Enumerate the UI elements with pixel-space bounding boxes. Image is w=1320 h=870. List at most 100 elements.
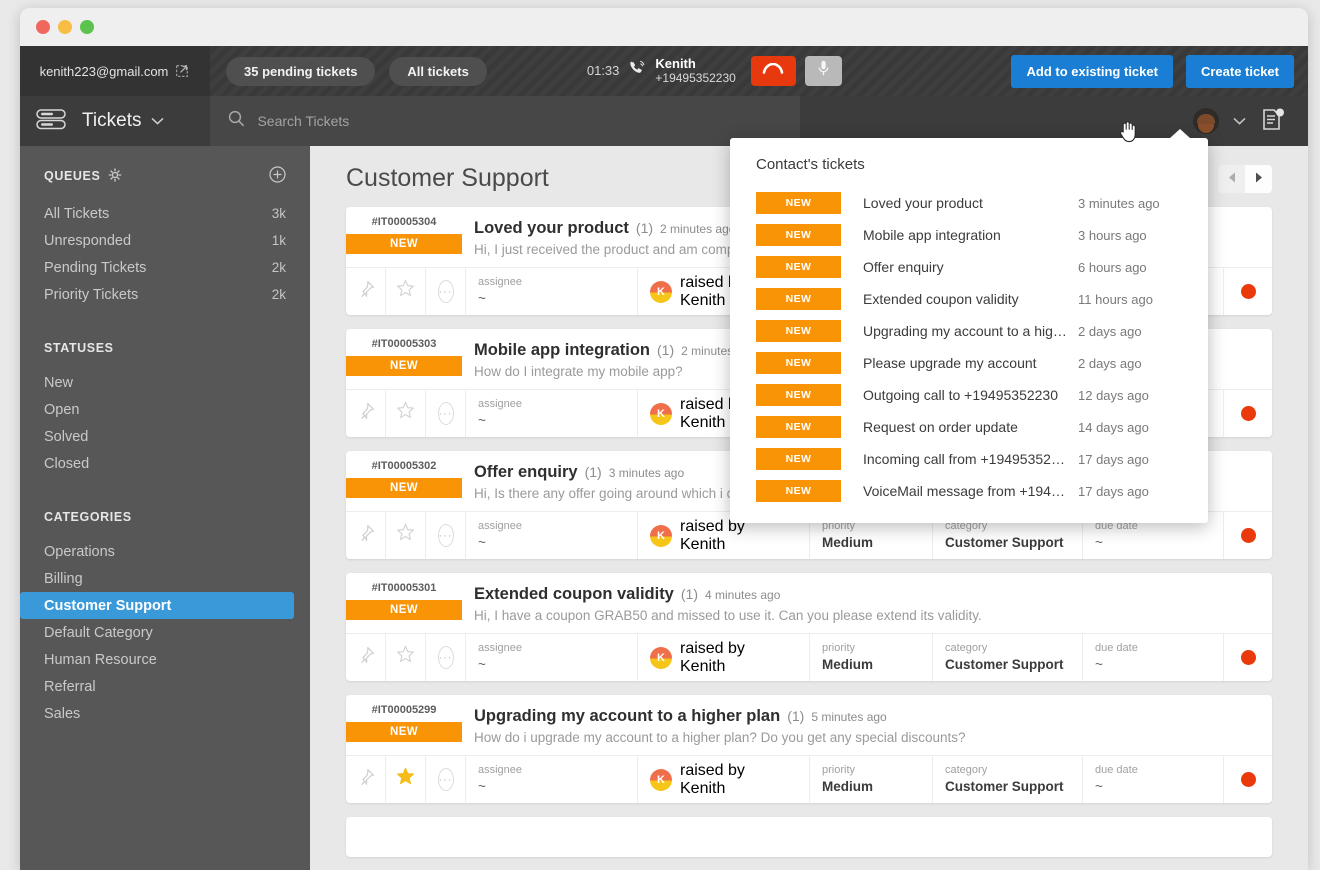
popover-ticket-row[interactable]: NEW Please upgrade my account 2 days ago — [730, 347, 1208, 379]
caret-left-icon — [1228, 170, 1236, 188]
app-window: kenith223@gmail.com 35 pending tickets A… — [20, 8, 1308, 870]
mute-microphone-button[interactable] — [805, 56, 842, 86]
ticket-subject[interactable]: Offer enquiry — [474, 463, 578, 482]
assignee-field[interactable]: assignee ~ — [466, 756, 638, 803]
category-field[interactable]: category Customer Support — [933, 634, 1083, 681]
account-email-chip[interactable]: kenith223@gmail.com — [20, 46, 210, 96]
ticket-status-indicator[interactable] — [1224, 390, 1272, 437]
ticket-subject[interactable]: Extended coupon validity — [474, 585, 674, 604]
assignee-field[interactable]: assignee ~ — [466, 512, 638, 559]
pending-tickets-pill[interactable]: 35 pending tickets — [226, 57, 375, 86]
ticket-subject[interactable]: Upgrading my account to a higher plan — [474, 707, 780, 726]
search-input[interactable] — [257, 113, 782, 129]
search-bar[interactable] — [210, 96, 800, 146]
sidebar-item-solved[interactable]: Solved — [20, 423, 310, 450]
plus-circle-icon[interactable] — [269, 166, 286, 186]
more-options-button[interactable]: ··· — [426, 268, 466, 315]
pin-ticket-button[interactable] — [346, 634, 386, 681]
ticket-card-partial[interactable] — [346, 817, 1272, 857]
popover-ticket-row[interactable]: NEW Extended coupon validity 11 hours ag… — [730, 283, 1208, 315]
assignee-label: assignee — [478, 763, 522, 778]
sidebar-item-pending-tickets[interactable]: Pending Tickets 2k — [20, 254, 310, 281]
minimize-window-dot[interactable] — [58, 20, 72, 34]
sidebar-item-default-category[interactable]: Default Category — [20, 619, 310, 646]
sidebar-item-human-resource[interactable]: Human Resource — [20, 646, 310, 673]
notes-document-icon[interactable] — [1260, 106, 1286, 137]
sidebar-item-customer-support[interactable]: Customer Support — [20, 592, 294, 619]
more-options-button[interactable]: ··· — [426, 512, 466, 559]
raised-by-value: Kenith — [680, 536, 745, 554]
pin-ticket-button[interactable] — [346, 390, 386, 437]
sidebar-item-billing[interactable]: Billing — [20, 565, 310, 592]
requester-avatar: K — [650, 769, 672, 791]
sidebar-item-closed[interactable]: Closed — [20, 450, 310, 477]
status-badge: NEW — [346, 234, 462, 254]
star-ticket-button[interactable] — [386, 390, 426, 437]
popover-status-badge: NEW — [756, 480, 841, 502]
ticket-summary: Extended coupon validity (1) 4 minutes a… — [462, 573, 1272, 633]
user-avatar[interactable] — [1193, 108, 1219, 134]
star-ticket-button[interactable] — [386, 756, 426, 803]
category-field[interactable]: category Customer Support — [933, 756, 1083, 803]
priority-value: Medium — [822, 534, 873, 552]
due-date-field[interactable]: due date ~ — [1083, 634, 1224, 681]
more-options-button[interactable]: ··· — [426, 390, 466, 437]
pin-ticket-button[interactable] — [346, 512, 386, 559]
sidebar-item-new[interactable]: New — [20, 369, 310, 396]
ticket-subject[interactable]: Mobile app integration — [474, 341, 650, 360]
maximize-window-dot[interactable] — [80, 20, 94, 34]
ticket-status-indicator[interactable] — [1224, 634, 1272, 681]
popover-ticket-row[interactable]: NEW Mobile app integration 3 hours ago — [730, 219, 1208, 251]
popover-ticket-row[interactable]: NEW Loved your product 3 minutes ago — [730, 187, 1208, 219]
sidebar-item-sales[interactable]: Sales — [20, 700, 310, 727]
main-menu-button[interactable] — [20, 107, 82, 136]
popover-ticket-row[interactable]: NEW Outgoing call to +19495352230 12 day… — [730, 379, 1208, 411]
gear-icon[interactable] — [108, 168, 122, 185]
hangup-button[interactable] — [751, 56, 796, 86]
next-page-button[interactable] — [1245, 165, 1272, 193]
sidebar-item-operations[interactable]: Operations — [20, 538, 310, 565]
assignee-field[interactable]: assignee ~ — [466, 634, 638, 681]
popover-ticket-row[interactable]: NEW Request on order update 14 days ago — [730, 411, 1208, 443]
star-ticket-button[interactable] — [386, 512, 426, 559]
more-options-button[interactable]: ··· — [426, 756, 466, 803]
assignee-field[interactable]: assignee ~ — [466, 268, 638, 315]
star-ticket-button[interactable] — [386, 634, 426, 681]
create-ticket-button[interactable]: Create ticket — [1186, 55, 1294, 88]
sidebar-item-all-tickets[interactable]: All Tickets 3k — [20, 200, 310, 227]
priority-field[interactable]: priority Medium — [810, 634, 933, 681]
popover-ticket-row[interactable]: NEW Upgrading my account to a high… 2 da… — [730, 315, 1208, 347]
pin-ticket-button[interactable] — [346, 268, 386, 315]
sidebar-item-open[interactable]: Open — [20, 396, 310, 423]
ticket-status-indicator[interactable] — [1224, 268, 1272, 315]
ticket-card[interactable]: #IT00005301 NEW Extended coupon validity… — [346, 573, 1272, 681]
ticket-status-indicator[interactable] — [1224, 512, 1272, 559]
sidebar-item-referral[interactable]: Referral — [20, 673, 310, 700]
due-date-field[interactable]: due date ~ — [1083, 756, 1224, 803]
popover-ticket-row[interactable]: NEW VoiceMail message from +19495… 17 da… — [730, 475, 1208, 507]
chevron-down-icon[interactable] — [151, 112, 164, 130]
sidebar-item-priority-tickets[interactable]: Priority Tickets 2k — [20, 281, 310, 308]
assignee-field[interactable]: assignee ~ — [466, 390, 638, 437]
avatar-chevron-down-icon[interactable] — [1233, 112, 1246, 130]
sidebar-item-unresponded[interactable]: Unresponded 1k — [20, 227, 310, 254]
all-tickets-pill[interactable]: All tickets — [389, 57, 486, 86]
ticket-message-count: (1) — [657, 342, 674, 358]
ticket-card[interactable]: #IT00005299 NEW Upgrading my account to … — [346, 695, 1272, 803]
ticket-subject[interactable]: Loved your product — [474, 219, 629, 238]
close-window-dot[interactable] — [36, 20, 50, 34]
phone-icon — [628, 59, 646, 82]
more-options-button[interactable]: ··· — [426, 634, 466, 681]
external-link-icon[interactable] — [176, 63, 190, 80]
priority-field[interactable]: priority Medium — [810, 756, 933, 803]
ticket-id: #IT00005303 — [372, 338, 437, 350]
requester-avatar: K — [650, 281, 672, 303]
pin-ticket-button[interactable] — [346, 756, 386, 803]
previous-page-button[interactable] — [1218, 165, 1245, 193]
ticket-status-indicator[interactable] — [1224, 756, 1272, 803]
category-value: Customer Support — [945, 534, 1064, 552]
star-ticket-button[interactable] — [386, 268, 426, 315]
add-to-existing-ticket-button[interactable]: Add to existing ticket — [1011, 55, 1172, 88]
popover-ticket-row[interactable]: NEW Offer enquiry 6 hours ago — [730, 251, 1208, 283]
popover-ticket-row[interactable]: NEW Incoming call from +19495352230 17 d… — [730, 443, 1208, 475]
